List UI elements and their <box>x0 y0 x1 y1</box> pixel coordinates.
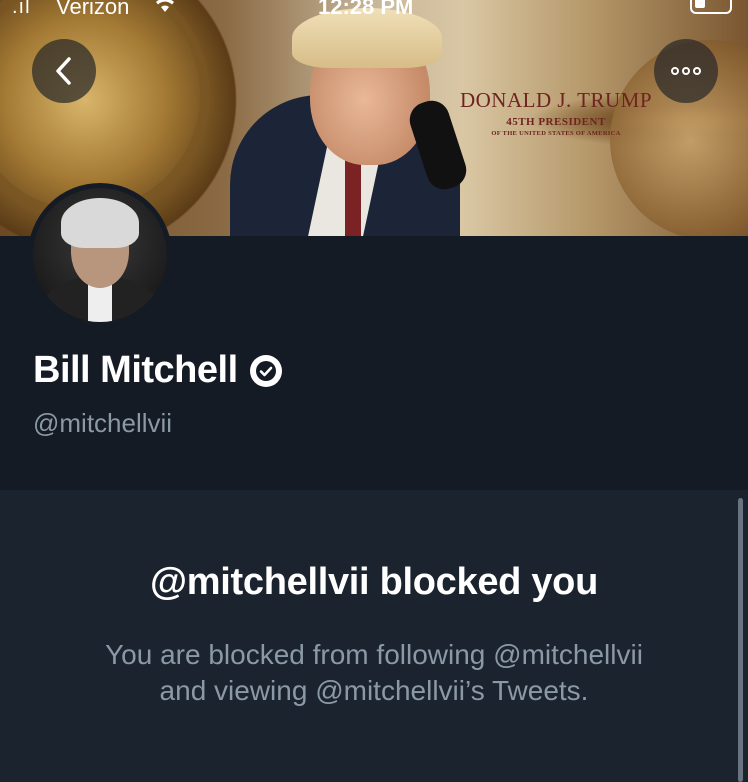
carrier-name: Verizon <box>56 0 130 19</box>
status-bar: .ıl Verizon 12:28 PM <box>0 0 748 22</box>
profile-handle: @mitchellvii <box>33 408 173 438</box>
more-options-button[interactable] <box>654 39 718 103</box>
verified-badge-icon <box>249 354 282 387</box>
more-dots-icon <box>671 67 701 75</box>
banner-figure-tie <box>345 155 361 236</box>
blocked-notice-panel <box>0 490 748 782</box>
blocked-title: @mitchellvii blocked you <box>150 561 598 603</box>
profile-display-name: Bill Mitchell <box>33 349 282 392</box>
banner-caption-subtitle-2: OF THE UNITED STATES OF AMERICA <box>491 130 621 137</box>
clock: 12:28 PM <box>318 0 414 19</box>
blocked-message: You are blocked from following @mitchell… <box>105 639 643 706</box>
battery-icon <box>690 0 732 14</box>
chevron-left-icon <box>56 57 71 85</box>
banner-caption-name: DONALD J. TRUMP <box>459 88 653 112</box>
signal-icon: .ıl <box>12 0 31 18</box>
avatar[interactable] <box>28 183 172 327</box>
display-name-text: Bill Mitchell <box>33 349 238 391</box>
back-button[interactable] <box>32 39 96 103</box>
scrollbar[interactable] <box>738 498 743 782</box>
battery-level <box>695 0 705 8</box>
banner-caption: DONALD J. TRUMP 45TH PRESIDENT OF THE UN… <box>456 88 656 137</box>
banner-caption-subtitle: 45TH PRESIDENT <box>506 116 606 128</box>
wifi-icon <box>152 0 178 20</box>
